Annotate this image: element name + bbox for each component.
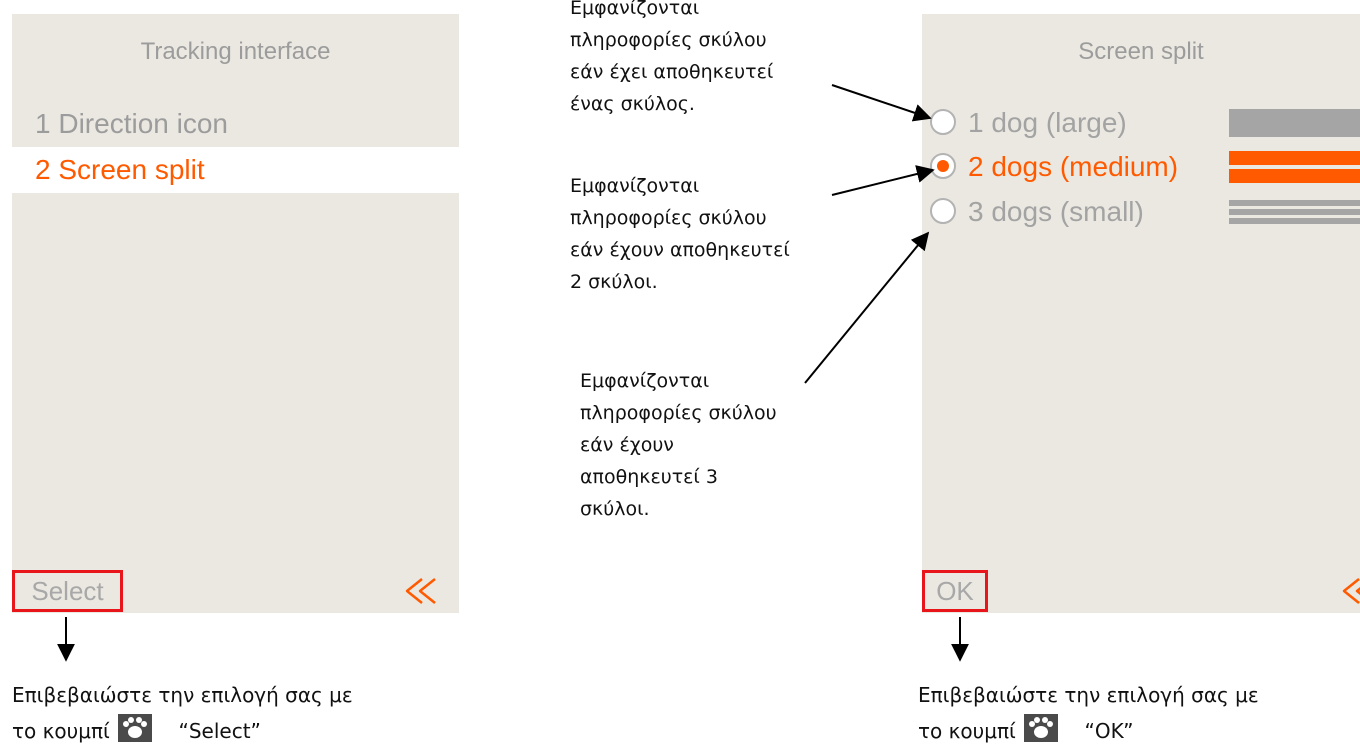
footer-note-ok: Επιβεβαιώστε την επιλογή σας με το κουμπ… [918, 677, 1338, 749]
paw-button-icon [118, 714, 153, 742]
note-line: Επιβεβαιώστε την επιλογή σας με [12, 683, 353, 707]
arrow-two-dogs [831, 165, 935, 196]
arrow-three-dogs [804, 231, 930, 384]
paw-button-icon [1024, 714, 1059, 742]
arrow-one-dog [831, 84, 932, 122]
note-line: Επιβεβαιώστε την επιλογή σας με [918, 683, 1259, 707]
note-button-name: “Select” [178, 719, 261, 743]
note-prefix: το κουμπί [12, 719, 110, 743]
note-button-name: “OK” [1084, 719, 1134, 743]
footer-note-select: Επιβεβαιώστε την επιλογή σας με το κουμπ… [12, 677, 432, 749]
note-prefix: το κουμπί [918, 719, 1016, 743]
annotation-arrows [57, 84, 969, 662]
note-line: το κουμπί “OK” [918, 713, 1338, 749]
note-line: το κουμπί “Select” [12, 713, 432, 749]
